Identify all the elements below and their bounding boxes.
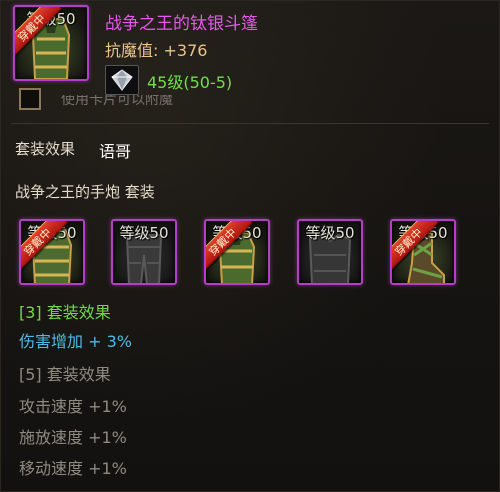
set-bonus-5-effect: 攻击速度 +1%	[19, 397, 127, 416]
set-bonus-3-effect: 伤害增加 + 3%	[19, 332, 132, 351]
set-bonus-5-heading: [5] 套装效果	[19, 365, 111, 384]
set-bonus-5-effect: 移动速度 +1%	[19, 459, 127, 478]
gem-slot[interactable]	[105, 65, 139, 95]
enchant-checkbox[interactable]	[19, 88, 41, 110]
diamond-icon	[111, 69, 133, 91]
set-piece-cape[interactable]: 等级50 穿戴中	[204, 219, 270, 285]
item-icon[interactable]: 等级50 穿戴中	[13, 5, 89, 81]
set-piece-chest[interactable]: 等级50	[297, 219, 363, 285]
set-piece-level: 等级50	[119, 224, 169, 242]
set-effect-heading: 套装效果	[15, 140, 76, 158]
item-title: 战争之王的钛银斗篷	[105, 14, 258, 34]
language-tag: 语哥	[99, 142, 132, 161]
divider	[11, 123, 489, 124]
set-bonus-3-heading: [3] 套装效果	[19, 303, 111, 322]
level-range: 45级(50-5)	[147, 73, 233, 92]
set-bonus-5-effect: 施放速度 +1%	[19, 428, 127, 447]
item-tooltip-panel: 等级50 穿戴中 战争之王的钛银斗篷 抗魔值: +376 45级(50-5) 使…	[0, 0, 500, 492]
set-name: 战争之王的手炮 套装	[15, 183, 155, 201]
resist-stat: 抗魔值: +376	[105, 41, 208, 60]
set-piece-leggings[interactable]: 等级50	[111, 219, 177, 285]
set-piece-level: 等级50	[305, 224, 355, 242]
set-piece-gloves[interactable]: 等级50 穿戴中	[19, 219, 85, 285]
set-piece-boots[interactable]: 等级50 穿戴中	[390, 219, 456, 285]
